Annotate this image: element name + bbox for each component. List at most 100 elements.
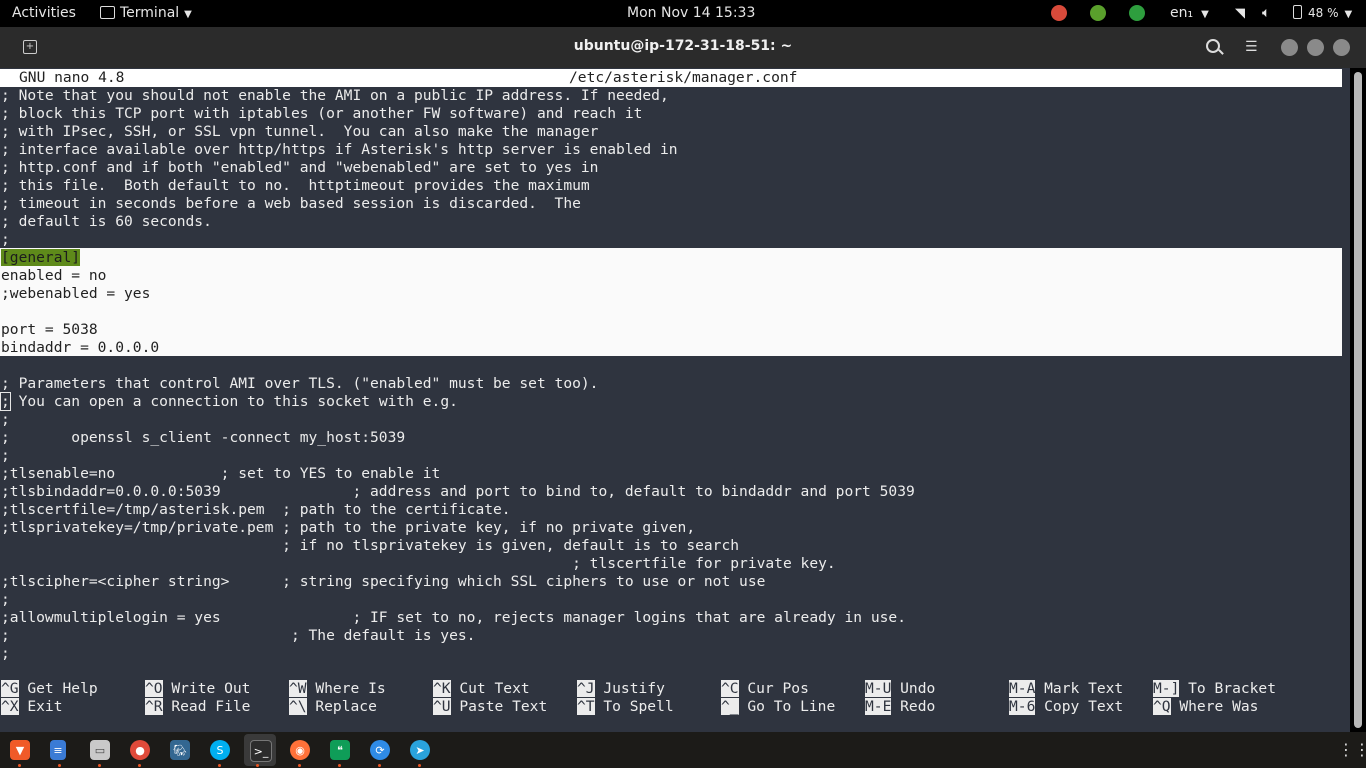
update-check-icon[interactable] <box>1090 5 1106 21</box>
terminal-headerbar: + ubuntu@ip-172-31-18-51: ~ ☰ <box>0 27 1366 68</box>
shortcut-label: Write Out <box>162 680 251 697</box>
shortcut-key: ^X <box>1 698 19 715</box>
shortcut-item[interactable]: M-E Redo <box>865 698 935 716</box>
shortcut-label: Paste Text <box>450 698 548 715</box>
shortcut-label: Redo <box>891 698 936 715</box>
shortcut-label: To Bracket <box>1179 680 1277 697</box>
running-indicator <box>418 764 421 767</box>
shortcut-item[interactable]: ^T To Spell <box>577 698 674 716</box>
volume-icon[interactable]: 🔈︎ <box>1262 0 1270 27</box>
pgadmin-icon[interactable]: 🐘︎ <box>170 740 190 760</box>
shortcut-item[interactable]: ^W Where Is <box>289 680 386 698</box>
clock[interactable]: Mon Nov 14 15:33 <box>627 0 755 27</box>
minimize-button[interactable] <box>1281 39 1298 56</box>
text-cursor: ; <box>0 392 11 411</box>
firefox-icon[interactable]: ◉ <box>290 740 310 760</box>
brave-icon[interactable]: ▼ <box>10 740 30 760</box>
chrome-indicator-icon[interactable] <box>1051 5 1067 21</box>
file-line: ; interface available over http/https if… <box>1 141 678 158</box>
shortcut-item[interactable]: M-6 Copy Text <box>1009 698 1123 716</box>
shortcut-key: M-A <box>1009 680 1036 697</box>
close-button[interactable] <box>1333 39 1350 56</box>
shortcut-key: ^C <box>721 680 739 697</box>
shortcut-item[interactable]: ^O Write Out <box>145 680 250 698</box>
shortcut-key: ^R <box>145 698 163 715</box>
shortcut-key: ^T <box>577 698 595 715</box>
shortcut-item[interactable]: ^U Paste Text <box>433 698 547 716</box>
terminal-view[interactable]: GNU nano 4.8 /etc/asterisk/manager.conf … <box>0 68 1350 732</box>
shortcut-item[interactable]: M-U Undo <box>865 680 935 698</box>
shortcut-label: Cut Text <box>450 680 530 697</box>
nano-version: GNU nano 4.8 <box>19 69 125 86</box>
shortcut-key: ^U <box>433 698 451 715</box>
shortcut-key: M-U <box>865 680 892 697</box>
files-icon[interactable]: ▭ <box>90 740 110 760</box>
app-menu-button[interactable]: Terminal ▼ <box>100 0 192 27</box>
running-indicator <box>298 764 301 767</box>
activities-button[interactable]: Activities <box>12 0 76 27</box>
shortcut-key: ^O <box>145 680 163 697</box>
shortcut-label: Where Is <box>306 680 386 697</box>
shortcut-key: ^\ <box>289 698 307 715</box>
shortcut-key: M-E <box>865 698 892 715</box>
shortcut-item[interactable]: ^K Cut Text <box>433 680 530 698</box>
shortcut-item[interactable]: ^J Justify <box>577 680 665 698</box>
chrome-icon[interactable]: ● <box>130 740 150 760</box>
running-indicator <box>218 764 221 767</box>
shortcut-item[interactable]: ^_ Go To Line <box>721 698 835 716</box>
app-menu-label: Terminal <box>120 5 180 21</box>
shortcut-key: ^Q <box>1153 698 1171 715</box>
shortcut-item[interactable]: ^\ Replace <box>289 698 377 716</box>
recycle-icon[interactable] <box>1129 5 1145 21</box>
language-label: en₁ <box>1170 5 1194 21</box>
sync-icon[interactable]: ⟳ <box>370 740 390 760</box>
file-line: ; <box>1 447 10 464</box>
running-indicator <box>18 764 21 767</box>
shortcut-key: ^K <box>433 680 451 697</box>
file-line: ;tlsprivatekey=/tmp/private.pem ; path t… <box>1 519 696 536</box>
dock: ▼ ≡ ▭ ● 🐘︎ S >_ ◉ ❝ ⟳ ➤ ⋮⋮ <box>0 732 1366 768</box>
shortcut-item[interactable]: ^C Cur Pos <box>721 680 809 698</box>
file-line: port = 5038 <box>1 321 98 338</box>
selection-highlight <box>0 248 1342 356</box>
file-line: ;tlsenable=no ; set to YES to enable it <box>1 465 441 482</box>
terminal-app-icon <box>100 6 115 19</box>
battery-indicator[interactable]: 48 % ▼ <box>1293 0 1352 27</box>
shortcut-key: ^J <box>577 680 595 697</box>
file-line: ; <box>1 231 10 248</box>
scrollbar[interactable] <box>1354 72 1362 728</box>
shortcut-item[interactable]: M-A Mark Text <box>1009 680 1123 698</box>
file-line: ;webenabled = yes <box>1 285 151 302</box>
shortcut-item[interactable]: ^G Get Help <box>1 680 98 698</box>
file-line: ;tlsbindaddr=0.0.0.0:5039 ; address and … <box>1 483 915 500</box>
file-line: ; tlscertfile for private key. <box>1 555 836 572</box>
shortcut-label: Read File <box>162 698 251 715</box>
shortcut-key: M-6 <box>1009 698 1036 715</box>
nano-filename: /etc/asterisk/manager.conf <box>569 69 798 86</box>
file-line: ; <box>1 591 10 608</box>
terminal-icon[interactable]: >_ <box>250 740 272 762</box>
running-indicator <box>58 764 61 767</box>
telegram-icon[interactable]: ➤ <box>410 740 430 760</box>
hamburger-menu-icon[interactable]: ☰ <box>1245 40 1258 54</box>
file-line: enabled = no <box>1 267 107 284</box>
apps-grid-icon[interactable]: ⋮⋮ <box>1338 741 1366 759</box>
file-line: [general] <box>1 249 81 267</box>
wifi-icon[interactable]: ◥ <box>1235 0 1245 27</box>
file-line: ; <box>1 645 10 662</box>
window-title: ubuntu@ip-172-31-18-51: ~ <box>573 38 793 54</box>
battery-percent: 48 % <box>1308 6 1339 20</box>
file-line: ; <box>1 411 10 428</box>
maximize-button[interactable] <box>1307 39 1324 56</box>
hangouts-icon[interactable]: ❝ <box>330 740 350 760</box>
language-selector[interactable]: en₁ ▼ <box>1170 0 1209 27</box>
shortcut-item[interactable]: ^Q Where Was <box>1153 698 1258 716</box>
skype-icon[interactable]: S <box>210 740 230 760</box>
text-editor-icon[interactable]: ≡ <box>50 740 66 760</box>
shortcut-item[interactable]: ^X Exit <box>1 698 63 716</box>
file-line: ; default is 60 seconds. <box>1 213 212 230</box>
file-line: ; http.conf and if both "enabled" and "w… <box>1 159 599 176</box>
section-tag: [general] <box>1 249 81 266</box>
shortcut-item[interactable]: M-] To Bracket <box>1153 680 1276 698</box>
shortcut-item[interactable]: ^R Read File <box>145 698 250 716</box>
